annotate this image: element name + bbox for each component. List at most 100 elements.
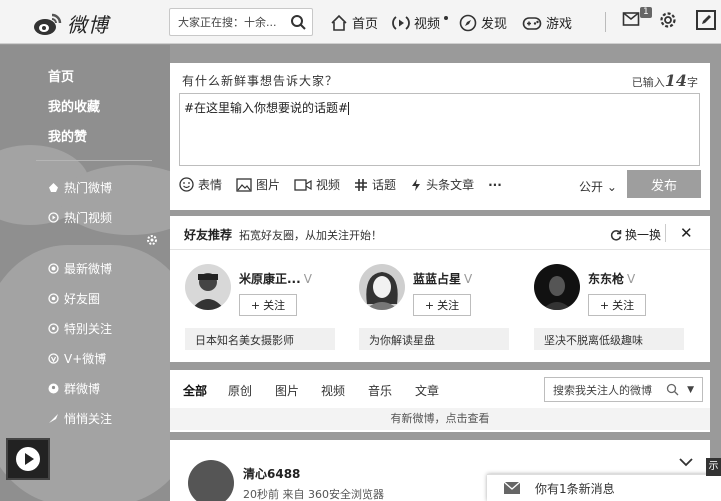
more-button[interactable]: ··· <box>488 178 502 192</box>
quill-icon <box>49 414 58 423</box>
search-icon[interactable] <box>666 383 679 396</box>
tab-images[interactable]: 图片 <box>275 382 299 399</box>
user-description: 日本知名美女摄影师 <box>185 328 335 350</box>
lightning-icon <box>412 178 421 191</box>
follow-button[interactable]: + 关注 <box>413 294 471 316</box>
visibility-select[interactable]: 公开 ⌄ <box>579 178 617 195</box>
sidebar-item-favorites[interactable]: 我的收藏 <box>48 96 100 115</box>
chevron-down-icon: ⌄ <box>606 180 617 194</box>
edit-icon <box>696 10 716 30</box>
video-button[interactable]: 视频 <box>294 176 340 193</box>
verified-v-icon: V <box>627 272 636 286</box>
compose-card: 有什么新鲜事想告诉大家？ 已输入14字 #在这里输入你想要说的话题# 表情 图片… <box>170 63 710 210</box>
sidebar-item-likes[interactable]: 我的赞 <box>48 126 87 145</box>
tab-music[interactable]: 音乐 <box>368 382 392 399</box>
image-icon <box>236 177 252 192</box>
friend-recommend-title: 好友推荐 <box>184 228 233 242</box>
camera-icon <box>294 178 312 191</box>
friend-recommend-card: 好友推荐 拓宽好友圈，从加关注开始！ 换一换 ✕ 米原康正... V + 关注 日本… <box>170 216 710 362</box>
search-icon[interactable] <box>284 9 312 35</box>
gear-icon <box>660 12 676 28</box>
user-name[interactable]: 米原康正... V <box>239 270 312 287</box>
user-name[interactable]: 东东枪 V <box>588 270 635 287</box>
verified-v-icon: V <box>464 272 473 286</box>
sidebar-item-home[interactable]: 首页 <box>48 66 74 85</box>
user-description: 坚决不脱离低级趣味 <box>534 328 684 350</box>
follow-button[interactable]: + 关注 <box>588 294 646 316</box>
topic-button[interactable]: 话题 <box>354 176 396 193</box>
sidebar-item-secret-follow[interactable]: 悄悄关注 <box>48 410 112 427</box>
user-name[interactable]: 蓝蓝占星 V <box>413 270 472 287</box>
compass-icon <box>459 14 477 31</box>
logo-text: 微博 <box>67 13 109 37</box>
emoji-button[interactable]: 表情 <box>179 176 222 193</box>
refresh-button[interactable]: 换一换 <box>610 226 661 243</box>
avatar[interactable] <box>359 264 405 310</box>
sidebar-item-group-weibo[interactable]: 群微博 <box>48 380 100 397</box>
sidebar-item-special-follow[interactable]: 特别关注 <box>48 320 112 337</box>
media-player-button[interactable] <box>6 438 50 480</box>
close-icon[interactable]: ✕ <box>680 224 693 242</box>
plus-icon: + <box>424 298 435 312</box>
avatar[interactable] <box>185 264 231 310</box>
sidebar-item-hot-weibo[interactable]: 热门微博 <box>48 179 112 196</box>
image-button[interactable]: 图片 <box>236 176 280 193</box>
nav-games-label: 游戏 <box>546 17 573 32</box>
sidebar-item-latest[interactable]: 最新微博 <box>48 260 112 277</box>
new-message-text: 你有1条新消息 <box>535 481 615 496</box>
top-navbar: 微博 大家正在搜：十余... 首页 视频 发现 游戏 1 <box>0 0 721 44</box>
sidebar-settings-icon[interactable] <box>146 234 158 249</box>
nav-discover[interactable]: 发现 <box>459 13 507 32</box>
post-button[interactable]: 发布 <box>627 170 701 198</box>
card-divider <box>170 249 710 250</box>
left-sidebar: 首页 我的收藏 我的赞 热门微博 热门视频 最新微博 好友圈 特别关注 V+微博… <box>0 45 170 501</box>
verified-v-icon: V <box>303 272 312 286</box>
chevron-down-icon[interactable] <box>679 456 693 470</box>
plus-icon: + <box>250 298 261 312</box>
corner-tag[interactable]: 示 <box>706 458 721 476</box>
new-message-popup[interactable]: 你有1条新消息 <box>487 474 721 501</box>
video-play-icon <box>392 15 410 30</box>
hashtag-icon <box>355 178 368 191</box>
avatar[interactable] <box>188 460 234 501</box>
dropdown-caret-icon[interactable]: ▼ <box>687 385 694 395</box>
new-dot-icon <box>444 15 449 20</box>
tab-original[interactable]: 原创 <box>228 382 252 399</box>
tab-videos[interactable]: 视频 <box>321 382 345 399</box>
avatar[interactable] <box>534 264 580 310</box>
post-author[interactable]: 清心6488 <box>243 465 300 482</box>
follow-button[interactable]: + 关注 <box>239 294 297 316</box>
nav-home[interactable]: 首页 <box>330 13 378 32</box>
article-button[interactable]: 头条文章 <box>410 176 474 193</box>
vplus-icon <box>48 353 59 364</box>
nav-home-label: 首页 <box>352 17 379 32</box>
nav-video[interactable]: 视频 <box>392 13 449 32</box>
nav-games[interactable]: 游戏 <box>522 13 572 32</box>
messages-button[interactable] <box>622 8 642 28</box>
heart-circle-icon <box>48 293 59 304</box>
tab-articles[interactable]: 文章 <box>415 382 439 399</box>
user-description: 为你解读星盘 <box>359 328 509 350</box>
circle-dot-icon <box>48 263 59 274</box>
feed-search-input[interactable]: 搜索我关注人的微博 ▼ <box>544 377 703 402</box>
play-icon <box>16 447 40 471</box>
nav-video-label: 视频 <box>414 17 441 32</box>
group-icon <box>48 383 59 394</box>
nav-discover-label: 发现 <box>481 17 508 32</box>
tab-all[interactable]: 全部 <box>183 382 207 399</box>
post-meta: 20秒前 来自 360安全浏览器 <box>243 488 384 501</box>
char-counter: 已输入14字 <box>631 71 698 90</box>
write-post-button[interactable] <box>696 10 716 30</box>
compose-textarea[interactable]: #在这里输入你想要说的话题# <box>179 93 700 166</box>
search-input[interactable]: 大家正在搜：十余... <box>170 14 284 30</box>
plus-icon: + <box>599 298 610 312</box>
sidebar-item-vplus[interactable]: V+微博 <box>48 350 106 367</box>
global-search-box[interactable]: 大家正在搜：十余... <box>169 8 313 36</box>
settings-button[interactable] <box>659 11 677 29</box>
weibo-eye-icon <box>34 13 62 35</box>
new-posts-notice[interactable]: 有新微博，点击查看 <box>170 408 710 430</box>
compose-toolbar: 表情 图片 视频 话题 头条文章 ··· <box>179 176 516 193</box>
sidebar-item-friends-circle[interactable]: 好友圈 <box>48 290 100 307</box>
sidebar-item-hot-video[interactable]: 热门视频 <box>48 209 112 226</box>
weibo-logo[interactable]: 微博 <box>33 9 109 38</box>
